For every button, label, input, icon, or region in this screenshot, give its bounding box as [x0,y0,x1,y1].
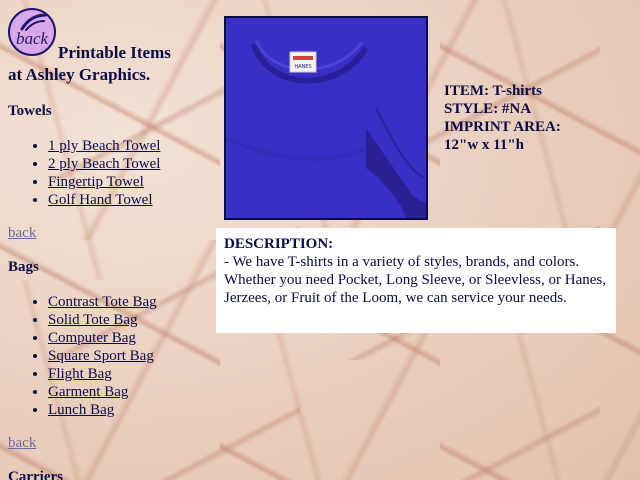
product-item: ITEM: T-shirts [444,83,542,99]
list-item: 2 ply Beach Towel [48,155,160,173]
imprint-area-value: 12"w x 11"h [444,137,525,153]
list-item: Solid Tote Bag [48,311,157,329]
link-contrast-tote-bag[interactable]: Contrast Tote Bag [48,294,157,310]
back-link-bags[interactable]: back [8,435,36,452]
towels-list: 1 ply Beach Towel 2 ply Beach Towel Fing… [8,137,160,209]
brand-tag-text: HANES [294,64,311,70]
link-solid-tote-bag[interactable]: Solid Tote Bag [48,312,138,328]
left-navigation: back Printable Items at Ashley Graphics.… [0,0,192,480]
section-heading-bags: Bags [8,259,39,275]
back-link-towels[interactable]: back [8,225,36,242]
list-item: Contrast Tote Bag [48,293,157,311]
description-box: DESCRIPTION: - We have T-shirts in a var… [216,228,616,333]
link-2-ply-beach-towel[interactable]: 2 ply Beach Towel [48,156,160,172]
section-heading-carriers: Carriers [8,469,63,480]
link-square-sport-bag[interactable]: Square Sport Bag [48,348,154,364]
site-title-line2: at Ashley Graphics. [8,65,151,84]
imprint-area-label: IMPRINT AREA: [444,119,561,135]
list-item: Computer Bag [48,329,157,347]
product-style: STYLE: #NA [444,101,532,117]
list-item: 1 ply Beach Towel [48,137,160,155]
product-info: ITEM: T-shirts STYLE: #NA IMPRINT AREA: … [444,82,561,154]
list-item: Fingertip Towel [48,173,160,191]
site-title-line1: Printable Items [58,43,171,62]
list-item: Lunch Bag [48,401,157,419]
link-1-ply-beach-towel[interactable]: 1 ply Beach Towel [48,138,160,154]
list-item: Golf Hand Towel [48,191,160,209]
link-computer-bag[interactable]: Computer Bag [48,330,136,346]
list-item: Flight Bag [48,365,157,383]
section-heading-towels: Towels [8,103,52,119]
link-lunch-bag[interactable]: Lunch Bag [48,402,114,418]
tshirt-image: HANES [226,18,426,218]
bags-list: Contrast Tote Bag Solid Tote Bag Compute… [8,293,157,419]
product-photo: HANES [224,16,428,220]
description-text: - We have T-shirts in a variety of style… [224,254,606,306]
link-flight-bag[interactable]: Flight Bag [48,366,112,382]
site-title: Printable Items at Ashley Graphics. [8,42,192,86]
link-fingertip-towel[interactable]: Fingertip Towel [48,174,144,190]
link-golf-hand-towel[interactable]: Golf Hand Towel [48,192,153,208]
description-label: DESCRIPTION: [224,236,334,252]
link-garment-bag[interactable]: Garment Bag [48,384,128,400]
list-item: Garment Bag [48,383,157,401]
list-item: Square Sport Bag [48,347,157,365]
